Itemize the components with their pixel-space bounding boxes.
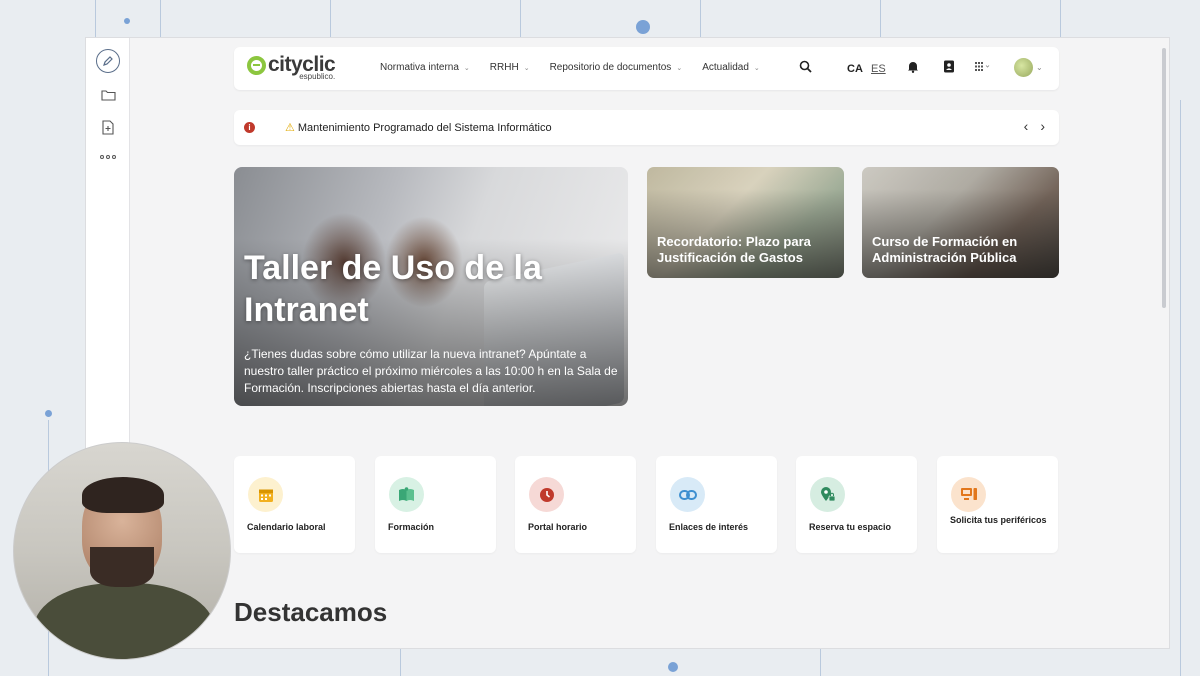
nav-rrhh[interactable]: RRHH ⌄ [490, 62, 530, 73]
computer-icon [951, 477, 986, 512]
location-lock-icon [810, 477, 845, 512]
chevron-right-icon[interactable]: › [1040, 118, 1045, 134]
quick-link-formacion[interactable]: Formación [375, 456, 496, 553]
background-dot [636, 20, 650, 34]
new-document-icon[interactable] [96, 115, 120, 139]
hero-featured-news[interactable]: Taller de Uso de la Intranet ¿Tienes dud… [234, 167, 628, 406]
logo-mark-icon [247, 56, 266, 75]
nav-actualidad[interactable]: Actualidad ⌄ [702, 62, 760, 73]
quick-link-enlaces[interactable]: Enlaces de interés [656, 456, 777, 553]
background-dot [45, 410, 52, 417]
search-icon[interactable] [799, 60, 812, 76]
lang-ca[interactable]: CA [847, 63, 863, 75]
hero-description: ¿Tienes dudas sobre cómo utilizar la nue… [244, 347, 618, 395]
quick-link-portal-horario[interactable]: Portal horario [515, 456, 636, 553]
announcement-item[interactable]: ⚠ Mantenimiento Programado del Sistema In… [285, 121, 552, 134]
lang-es[interactable]: ES [871, 63, 886, 75]
webcam-person-beard [90, 547, 154, 587]
quick-link-label: Calendario laboral [247, 522, 326, 532]
scrollbar[interactable] [1162, 48, 1166, 308]
bell-icon[interactable] [907, 60, 919, 76]
background-dot [668, 662, 678, 672]
calendar-icon [248, 477, 283, 512]
chevron-down-icon: ⌄ [753, 64, 760, 72]
apps-grid-icon[interactable] [975, 60, 991, 75]
quick-link-reserva[interactable]: Reserva tu espacio [796, 456, 917, 553]
link-icon [670, 477, 705, 512]
section-title: Destacamos [234, 597, 388, 627]
more-options-icon[interactable] [96, 145, 120, 169]
news-card-title: Curso de Formación en Administración Púb… [872, 234, 1018, 265]
webcam-person-body [34, 583, 214, 659]
avatar[interactable] [1014, 58, 1033, 77]
news-card-title: Recordatorio: Plazo para Justificación d… [657, 234, 811, 265]
hero-title: Taller de Uso de la Intranet [244, 249, 542, 329]
top-navigation-bar: cityclic espublico. Normativa interna ⌄ R… [234, 47, 1059, 90]
browser-window: cityclic espublico. Normativa interna ⌄ R… [85, 37, 1170, 649]
chevron-down-icon: ⌄ [463, 64, 470, 72]
announcement-bar: i ⚠ Mantenimiento Programado del Sistema … [234, 110, 1059, 145]
quick-link-label: Reserva tu espacio [809, 522, 892, 532]
quick-link-label: Portal horario [528, 522, 588, 532]
folder-icon[interactable] [96, 83, 120, 107]
chevron-down-icon[interactable]: ⌄ [1036, 63, 1043, 72]
cityclic-logo[interactable]: cityclic espublico. [247, 54, 336, 81]
nav-normativa-interna[interactable]: Normativa interna ⌄ [380, 62, 470, 73]
nav-repositorio[interactable]: Repositorio de documentos ⌄ [550, 62, 683, 73]
webcam-overlay [13, 442, 231, 660]
chevron-down-icon: ⌄ [523, 64, 530, 72]
chevron-down-icon: ⌄ [676, 64, 683, 72]
quick-link-label: Formación [388, 522, 435, 532]
quick-link-label: Solicita tus periféricos [950, 515, 1047, 525]
info-icon: i [244, 122, 255, 133]
main-nav: Normativa interna ⌄ RRHH ⌄ Repositorio de … [380, 62, 780, 73]
chevron-left-icon[interactable]: ‹ [1024, 118, 1029, 134]
quick-link-label: Enlaces de interés [669, 522, 749, 532]
news-card[interactable]: Recordatorio: Plazo para Justificación d… [647, 167, 844, 278]
clock-icon [529, 477, 564, 512]
news-card[interactable]: Curso de Formación en Administración Púb… [862, 167, 1059, 278]
book-icon [389, 477, 424, 512]
nav-label: Actualidad [702, 62, 749, 73]
contacts-icon[interactable] [943, 60, 955, 76]
nav-label: Normativa interna [380, 62, 459, 73]
nav-label: RRHH [489, 62, 519, 73]
quick-link-calendario[interactable]: Calendario laboral [234, 456, 355, 553]
background-dot [124, 18, 130, 24]
nav-label: Repositorio de documentos [549, 62, 672, 73]
webcam-person-hair [82, 477, 164, 513]
warning-icon: ⚠ [285, 122, 295, 134]
edit-icon[interactable] [96, 49, 120, 73]
quick-link-perifericos[interactable]: Solicita tus periféricos [937, 456, 1058, 553]
announcement-nav: ‹ › [1024, 118, 1045, 134]
announcement-text: Mantenimiento Programado del Sistema Inf… [297, 122, 552, 134]
